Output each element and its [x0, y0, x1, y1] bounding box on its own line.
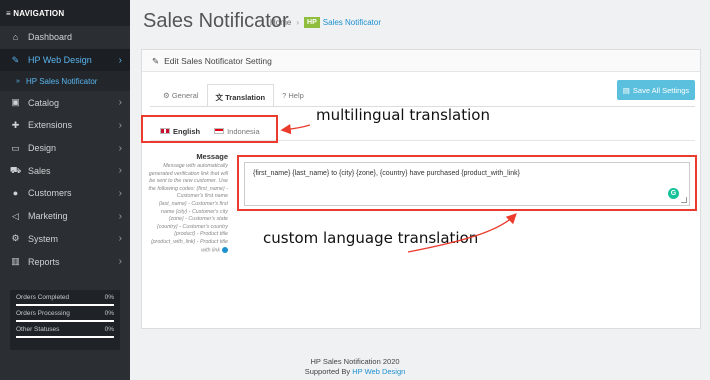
sidebar-item-label: Marketing — [28, 211, 68, 222]
footer-prefix: Supported By — [304, 367, 353, 376]
gear-icon: ⚙ — [163, 91, 170, 100]
tab-help[interactable]: ? Help — [274, 84, 312, 107]
stat-value: 0% — [104, 310, 114, 317]
save-icon: ▤ — [622, 85, 630, 95]
hp-badge: HP — [304, 17, 320, 28]
bar-chart-icon: ▥ — [11, 256, 20, 267]
tab-label: Help — [288, 91, 304, 100]
breadcrumb-home[interactable]: Home — [270, 18, 291, 27]
footer-link-hp-web-design[interactable]: HP Web Design — [352, 367, 405, 376]
tab-translation[interactable]: 文 Translation — [206, 84, 275, 107]
page-title: Sales Notificator — [143, 10, 289, 32]
monitor-icon: ▭ — [11, 142, 20, 153]
chevron-right-icon: › — [118, 119, 122, 131]
sidebar-item-label: Sales — [28, 165, 51, 176]
stat-other-statuses: Other Statuses 0% — [16, 326, 114, 338]
sidebar-item-label: Catalog — [28, 97, 60, 108]
sidebar-item-dashboard[interactable]: ⌂ Dashboard — [0, 26, 130, 49]
share-icon: ◁ — [12, 210, 19, 221]
sidebar-item-label: Reports — [28, 256, 60, 267]
chevron-right-icon: › — [118, 233, 122, 245]
sidebar-item-label: Customers — [28, 188, 72, 199]
cart-icon: ⛟ — [9, 164, 22, 175]
sidebar-item-catalog[interactable]: ▣ Catalog › — [0, 91, 130, 114]
chevron-right-icon: › — [118, 210, 122, 222]
panel-heading-text: Edit Sales Notificator Setting — [164, 56, 272, 66]
help-icon[interactable] — [222, 246, 228, 253]
sidebar-subitem-hp-sales-notificator[interactable]: » HP Sales Notificator — [0, 71, 130, 92]
breadcrumb-current[interactable]: Sales Notificator — [323, 18, 381, 27]
save-all-settings-button[interactable]: ▤ Save All Settings — [617, 80, 695, 100]
message-label: Message — [196, 152, 228, 161]
chevron-right-icon: › — [118, 142, 122, 154]
stat-progress-bar — [16, 336, 114, 338]
double-chevron-icon: » — [16, 77, 20, 85]
annotation-custom-language: custom language translation — [263, 229, 479, 247]
stat-progress-bar — [16, 304, 114, 306]
tab-label: Translation — [225, 93, 266, 102]
stat-orders-completed: Orders Completed 0% — [16, 294, 114, 306]
annotation-multilingual: multilingual translation — [316, 106, 490, 124]
sidebar-item-design[interactable]: ▭ Design › — [0, 137, 130, 160]
sidebar-item-marketing[interactable]: ◁ Marketing › — [0, 205, 130, 228]
footer-line-1: HP Sales Notification 2020 — [310, 357, 400, 366]
chevron-right-icon: › — [118, 256, 122, 268]
breadcrumb-separator: › — [296, 18, 300, 27]
footer-line-2: Supported By HP Web Design — [130, 367, 580, 377]
message-textarea-highlight — [237, 155, 697, 211]
sidebar-item-label: HP Sales Notificator — [26, 76, 98, 86]
sidebar-item-reports[interactable]: ▥ Reports › — [0, 250, 130, 273]
stat-value: 0% — [104, 294, 114, 301]
chevron-right-icon: › — [118, 54, 122, 66]
sidebar-item-label: Extensions — [28, 120, 73, 131]
navigation-header: ≡ NAVIGATION — [0, 0, 130, 26]
tab-general[interactable]: ⚙ General — [155, 84, 207, 107]
footer: HP Sales Notification 2020 Supported By … — [130, 357, 580, 377]
sidebar-item-sales[interactable]: ⛟ Sales › — [0, 159, 130, 182]
sidebar-item-label: Dashboard — [28, 32, 73, 43]
message-help-body: Message with automatically generated ver… — [148, 163, 229, 253]
stat-label: Orders Completed — [16, 294, 70, 301]
sidebar: ≡ NAVIGATION ⌂ Dashboard ✎ HP Web Design… — [0, 0, 130, 380]
translate-icon: 文 — [215, 93, 224, 102]
tab-label: General — [171, 91, 199, 100]
settings-tabs: ⚙ General 文 Translation ? Help — [155, 84, 312, 107]
user-icon: ● — [12, 188, 19, 199]
tag-icon: ▣ — [11, 97, 20, 108]
dashboard-icon: ⌂ — [12, 32, 19, 43]
sidebar-item-label: System — [28, 233, 59, 244]
sidebar-item-extensions[interactable]: ✚ Extensions › — [0, 114, 130, 137]
chevron-right-icon: › — [118, 187, 122, 199]
sidebar-item-label: HP Web Design — [28, 55, 92, 66]
stat-label: Other Statuses — [16, 326, 60, 333]
sidebar-item-label: Design — [28, 143, 57, 154]
stat-progress-bar — [16, 320, 114, 322]
chevron-right-icon: › — [118, 97, 122, 109]
gear-icon: ⚙ — [11, 233, 20, 244]
stat-label: Orders Processing — [16, 310, 70, 317]
stat-value: 0% — [104, 326, 114, 333]
order-stats: Orders Completed 0% Orders Processing 0% O… — [10, 290, 120, 350]
chevron-right-icon: › — [118, 165, 122, 177]
breadcrumb: Home › HP Sales Notificator — [270, 17, 381, 28]
sidebar-item-customers[interactable]: ● Customers › — [0, 182, 130, 205]
save-button-label: Save All Settings — [632, 85, 690, 95]
pencil-icon: ✎ — [152, 56, 160, 66]
puzzle-icon: ✚ — [11, 119, 20, 130]
stat-orders-processing: Orders Processing 0% — [16, 310, 114, 322]
question-icon: ? — [282, 91, 287, 100]
language-tabs-highlight — [141, 115, 278, 143]
sidebar-item-system[interactable]: ⚙ System › — [0, 228, 130, 251]
cogs-icon: ✎ — [11, 54, 20, 65]
sidebar-item-hp-web-design[interactable]: ✎ HP Web Design › — [0, 48, 130, 72]
message-help-text: Message with automatically generated ver… — [148, 163, 228, 255]
panel-heading: ✎ Edit Sales Notificator Setting — [142, 50, 700, 72]
